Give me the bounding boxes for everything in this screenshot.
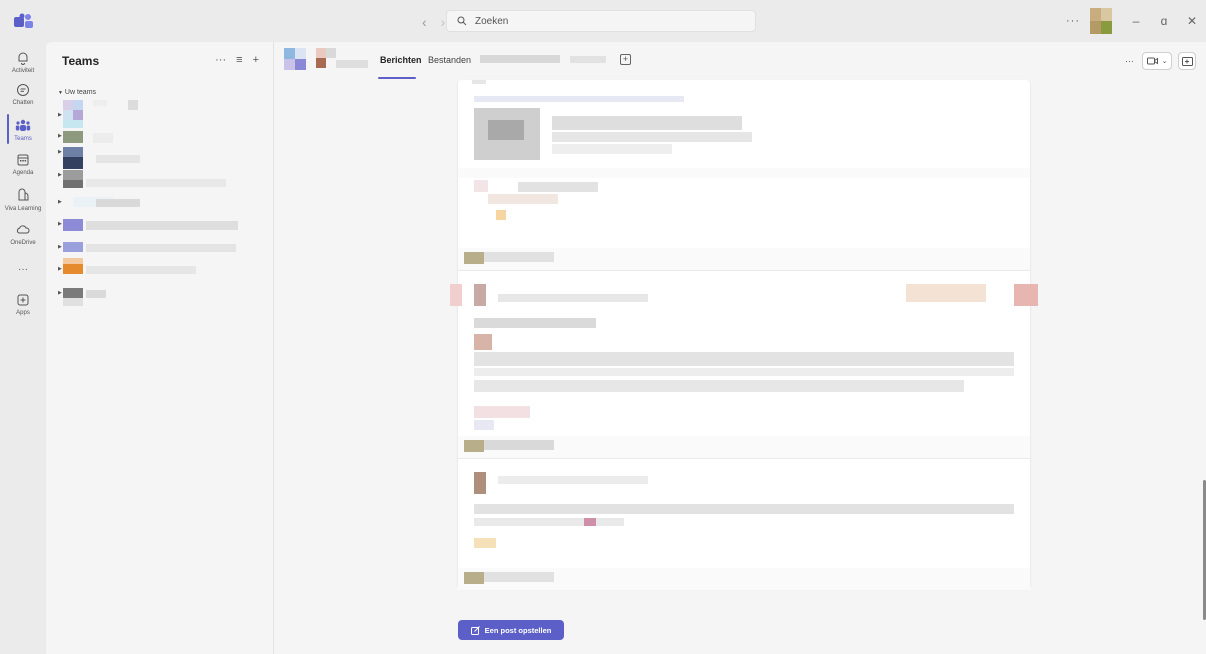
app-rail: Activiteit Chatten Teams Agenda Viva Lea… bbox=[0, 42, 46, 654]
title-bar: ‹ › Zoeken ··· – ɑ ✕ bbox=[0, 0, 1206, 42]
chevron-right-icon: ▶ bbox=[58, 133, 62, 139]
chevron-right-icon: ▶ bbox=[58, 221, 62, 227]
bell-icon bbox=[18, 52, 28, 65]
title-bar-controls: ··· – ɑ ✕ bbox=[1062, 0, 1206, 42]
team-row[interactable]: ▶ bbox=[58, 131, 258, 145]
settings-more-button[interactable]: ··· bbox=[1062, 15, 1084, 27]
avatar[interactable] bbox=[1090, 8, 1112, 34]
calendar-icon bbox=[17, 154, 29, 166]
rail-item-more[interactable]: ··· bbox=[0, 264, 46, 275]
rail-item-onedrive[interactable]: OneDrive bbox=[0, 222, 46, 246]
restore-button[interactable]: ɑ bbox=[1150, 14, 1178, 28]
team-row[interactable]: ▶ bbox=[58, 197, 258, 211]
back-icon[interactable]: ‹ bbox=[422, 14, 427, 30]
channel-name bbox=[314, 48, 370, 70]
forward-icon[interactable]: › bbox=[441, 14, 446, 30]
compose-icon bbox=[470, 625, 480, 635]
team-row[interactable]: ▶ bbox=[58, 288, 258, 306]
panel-actions: ··· ≡ + bbox=[215, 54, 259, 66]
chat-icon bbox=[17, 84, 29, 96]
reply-bar[interactable] bbox=[458, 436, 1030, 458]
tab-berichten[interactable]: Berichten bbox=[380, 55, 422, 65]
minimize-button[interactable]: – bbox=[1122, 14, 1150, 28]
video-camera-icon bbox=[1146, 57, 1158, 65]
teams-group-header[interactable]: ▼ Uw teams bbox=[58, 89, 96, 96]
rail-item-activity[interactable]: Activiteit bbox=[0, 50, 46, 74]
channel-info-button[interactable] bbox=[1178, 52, 1196, 70]
search-input[interactable]: Zoeken bbox=[446, 10, 756, 32]
meet-button[interactable]: ⌄ bbox=[1142, 52, 1172, 70]
more-options-button[interactable]: ··· bbox=[215, 54, 226, 66]
channel-main: Berichten Bestanden + ··· ⌄ Een post ops… bbox=[274, 42, 1206, 654]
tab-blurred[interactable] bbox=[570, 56, 606, 63]
reply-bar[interactable] bbox=[458, 568, 1030, 590]
team-row[interactable]: ▶ bbox=[58, 219, 258, 233]
chevron-down-icon: ⌄ bbox=[1161, 58, 1168, 65]
chevron-right-icon: ▶ bbox=[58, 172, 62, 178]
team-row[interactable]: ▶ bbox=[58, 147, 258, 169]
teams-logo-icon bbox=[14, 13, 33, 28]
chevron-right-icon: ▶ bbox=[58, 266, 62, 272]
rail-item-chat[interactable]: Chatten bbox=[0, 82, 46, 106]
channel-more-button[interactable]: ··· bbox=[1125, 56, 1134, 66]
chevron-right-icon: ▶ bbox=[58, 149, 62, 155]
search-icon bbox=[457, 16, 467, 26]
filter-icon[interactable]: ≡ bbox=[236, 54, 242, 66]
active-tab-indicator bbox=[378, 77, 416, 79]
chevron-right-icon: ▶ bbox=[58, 112, 62, 118]
team-row[interactable]: ▶ bbox=[58, 242, 258, 256]
rail-item-apps[interactable]: Apps bbox=[0, 292, 46, 316]
rail-item-viva-learning[interactable]: Viva Learning bbox=[0, 188, 46, 212]
close-button[interactable]: ✕ bbox=[1178, 14, 1206, 28]
tab-bestanden[interactable]: Bestanden bbox=[428, 55, 471, 65]
book-icon bbox=[18, 188, 29, 201]
history-nav: ‹ › bbox=[422, 14, 445, 30]
cloud-icon bbox=[16, 225, 30, 234]
search-placeholder: Zoeken bbox=[475, 15, 509, 27]
rail-item-calendar[interactable]: Agenda bbox=[0, 152, 46, 176]
channel-header-actions: ··· ⌄ bbox=[1125, 52, 1196, 70]
teams-icon bbox=[15, 119, 31, 131]
compose-post-button[interactable]: Een post opstellen bbox=[458, 620, 564, 640]
channel-header: Berichten Bestanden + ··· ⌄ bbox=[274, 42, 1206, 80]
team-avatar bbox=[284, 48, 306, 70]
post-divider bbox=[458, 458, 1030, 459]
tab-blurred[interactable] bbox=[480, 55, 560, 63]
post-feed bbox=[450, 80, 1206, 620]
rail-item-teams[interactable]: Teams bbox=[0, 114, 46, 144]
add-tab-button[interactable]: + bbox=[620, 54, 631, 65]
chevron-right-icon: ▶ bbox=[58, 199, 62, 205]
apps-icon bbox=[17, 294, 29, 306]
chevron-right-icon: ▶ bbox=[58, 244, 62, 250]
compose-label: Een post opstellen bbox=[484, 625, 552, 635]
side-panel-icon bbox=[1181, 56, 1193, 66]
chevron-right-icon: ▶ bbox=[58, 290, 62, 296]
team-row[interactable]: ▶ bbox=[58, 110, 258, 128]
panel-title: Teams bbox=[62, 54, 100, 68]
more-icon: ··· bbox=[18, 264, 28, 275]
post-divider bbox=[458, 270, 1030, 271]
chevron-down-icon: ▼ bbox=[58, 90, 63, 96]
add-team-button[interactable]: + bbox=[253, 54, 259, 66]
team-row[interactable]: ▶ bbox=[58, 258, 258, 278]
reply-bar[interactable] bbox=[458, 248, 1030, 270]
teams-panel: Teams ··· ≡ + ▼ Uw teams ▶ ▶ ▶ ▶ ▶ ▶ ▶ ▶… bbox=[46, 42, 274, 654]
team-row[interactable]: ▶ bbox=[58, 170, 258, 188]
